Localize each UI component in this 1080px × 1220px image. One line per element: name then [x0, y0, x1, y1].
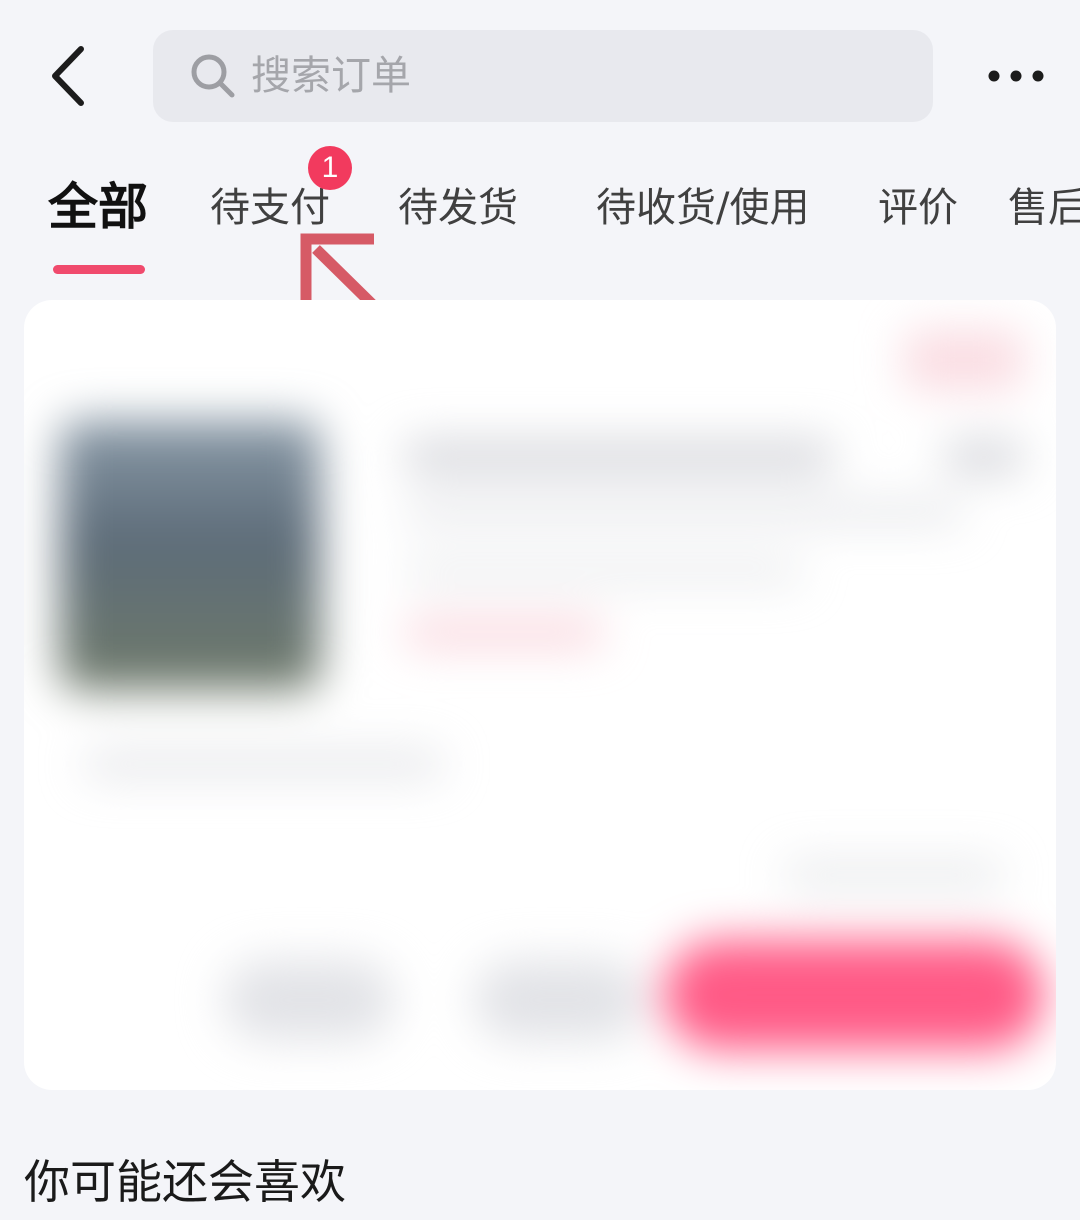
tab-all[interactable]: 全部	[48, 176, 148, 238]
tab-after-sales[interactable]: 售后	[1008, 180, 1080, 236]
product-title-line2-placeholder	[404, 500, 964, 524]
order-total-placeholder	[784, 860, 1004, 890]
order-status-placeholder	[904, 330, 1024, 390]
product-spec-placeholder	[404, 560, 804, 584]
product-image	[60, 420, 320, 690]
order-info-placeholder	[84, 750, 444, 778]
top-bar	[0, 0, 1080, 150]
product-tag-placeholder	[404, 620, 604, 646]
more-dots-icon	[988, 70, 1044, 82]
search-icon	[187, 50, 239, 102]
product-title-placeholder	[404, 440, 834, 474]
tab-review[interactable]: 评价	[878, 180, 958, 236]
order-status-tabs: 全部 待支付 待发货 待收货/使用 评价 售后	[0, 150, 1080, 290]
primary-action-button-placeholder	[664, 940, 1044, 1050]
product-price-placeholder	[944, 440, 1024, 474]
back-button[interactable]	[30, 36, 110, 116]
order-action-placeholder-2	[474, 960, 644, 1040]
order-card-blurred-content	[24, 300, 1056, 1090]
search-input[interactable]	[251, 46, 851, 106]
recommend-section-title: 你可能还会喜欢	[24, 1155, 346, 1209]
tab-pending-receipt[interactable]: 待收货/使用	[596, 180, 809, 236]
chevron-left-icon	[52, 46, 84, 106]
search-box[interactable]	[153, 30, 933, 122]
order-card[interactable]	[24, 300, 1056, 1090]
pending-payment-badge: 1	[308, 146, 352, 190]
active-tab-indicator	[53, 265, 145, 274]
order-action-placeholder-1	[224, 960, 394, 1040]
more-button[interactable]	[976, 46, 1056, 106]
